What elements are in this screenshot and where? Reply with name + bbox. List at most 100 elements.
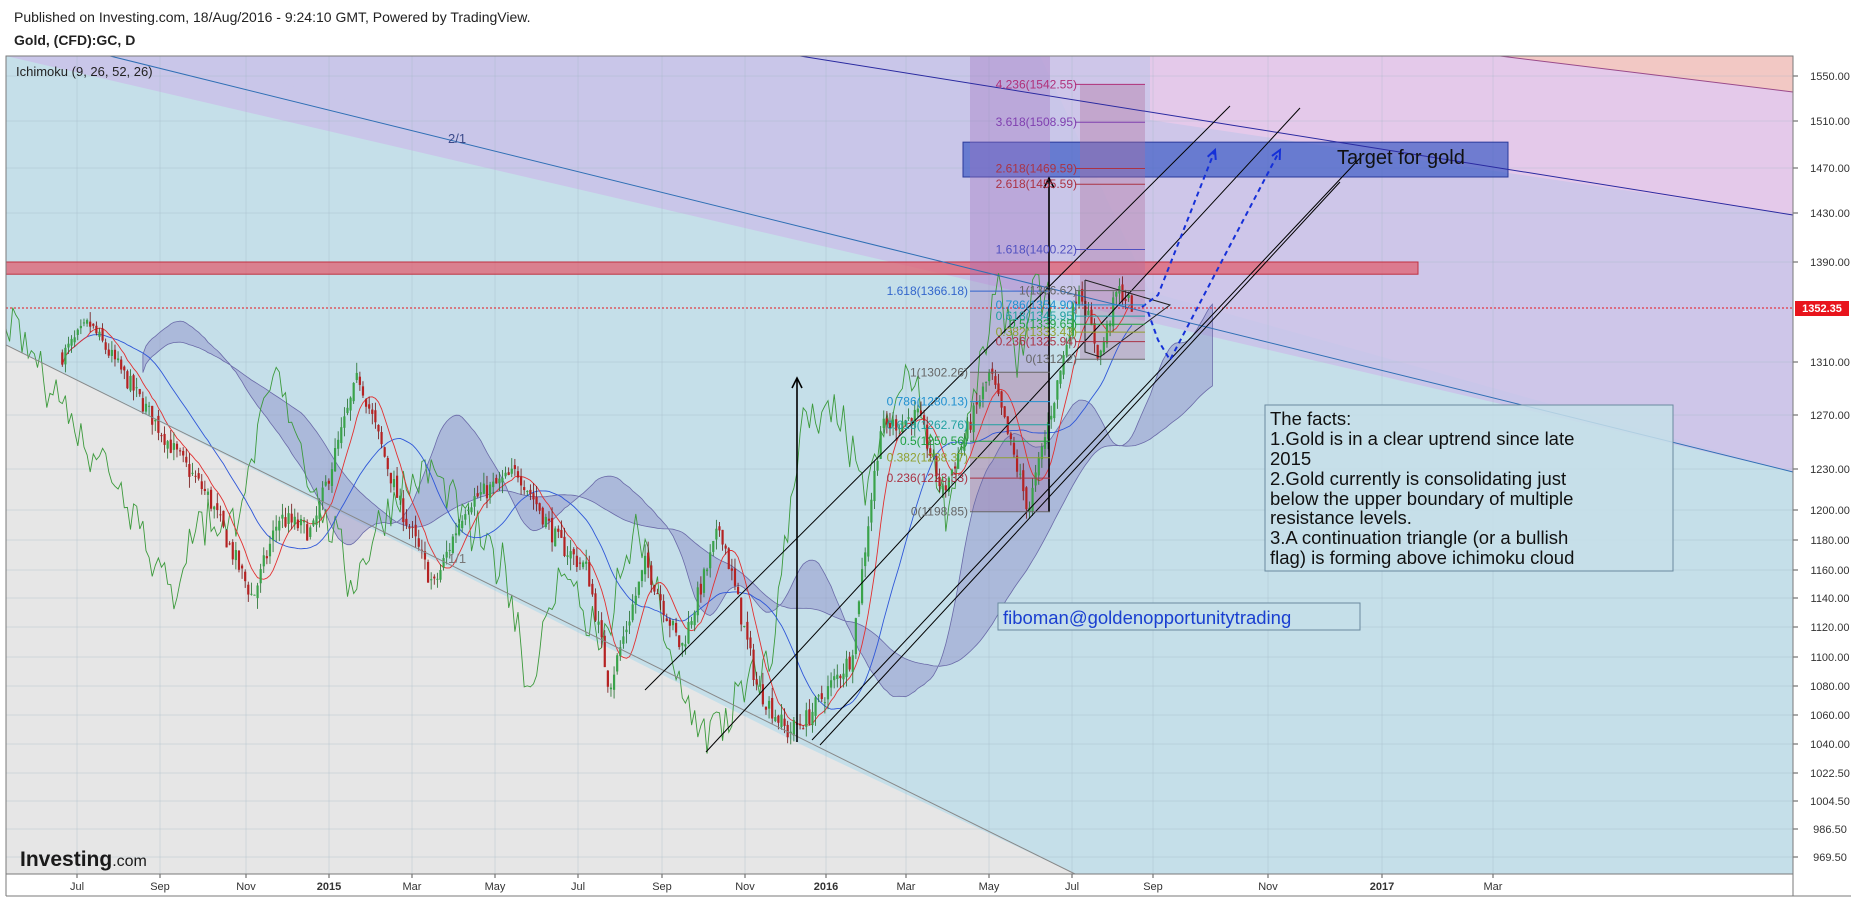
candle [972, 405, 975, 433]
price-tick-label: 1510.00 [1810, 116, 1850, 128]
candle [151, 405, 154, 425]
candle [247, 584, 250, 595]
candle [498, 478, 501, 484]
time-tick-label: Mar [1484, 881, 1503, 893]
facts-box: The facts: 1.Gold is in a clear uptrend … [1264, 404, 1674, 572]
fib-level-label: 0(1312.2) [1026, 352, 1077, 366]
candle [262, 555, 265, 567]
price-tick-label: 969.50 [1813, 852, 1847, 864]
candle [873, 470, 876, 502]
candle [144, 403, 148, 412]
candle [820, 693, 823, 700]
candle [457, 524, 461, 535]
candle [526, 490, 529, 492]
candle [833, 676, 836, 681]
price-tick-label: 1100.00 [1811, 652, 1850, 664]
candle [1000, 391, 1003, 408]
candle [864, 552, 867, 567]
time-tick-label: May [485, 881, 506, 893]
candle [563, 536, 566, 557]
candle [355, 372, 358, 381]
price-tick-label: 1080.00 [1810, 681, 1850, 693]
candle [222, 510, 225, 527]
candle [405, 518, 408, 526]
candle [163, 433, 166, 445]
target-label: Target for gold [1337, 147, 1465, 169]
candle [324, 481, 327, 486]
time-tick-label: 2016 [814, 881, 838, 893]
candle [705, 569, 709, 572]
price-chart[interactable]: 1.618(1366.18) 1(1302.26) 0.786(1280.13) 0.… [0, 0, 1851, 900]
facts-line: flag) is forming above ichimoku cloud [1270, 547, 1574, 568]
candle [417, 538, 420, 547]
candle [774, 717, 777, 722]
candle [662, 600, 665, 616]
time-tick-label: 2015 [317, 881, 341, 893]
candle [439, 570, 442, 580]
candle [752, 649, 755, 681]
candle [284, 517, 287, 527]
time-tick-label: Nov [1258, 881, 1278, 893]
candle [755, 679, 758, 685]
candle [107, 349, 110, 356]
indicator-label: Ichimoku (9, 26, 52, 26) [16, 64, 153, 79]
facts-line: 2.Gold currently is consolidating just [1270, 468, 1566, 489]
fib-level-label: 0.236(1223.33) [887, 471, 968, 485]
candle [253, 594, 256, 596]
resistance-zone [6, 261, 1419, 275]
candle [200, 481, 203, 489]
facts-line: 3.A continuation triangle (or a bullish [1270, 527, 1568, 548]
candle [709, 552, 712, 569]
candle [510, 468, 513, 474]
candle [141, 398, 144, 412]
candle [814, 697, 817, 716]
candle [135, 387, 138, 389]
candle [79, 325, 82, 329]
time-tick-label: Sep [652, 881, 672, 893]
fib-level-label: 1(1366.62) [1019, 284, 1077, 298]
candle [197, 473, 200, 479]
candle [1037, 457, 1040, 476]
candle [411, 526, 414, 528]
candle [665, 618, 668, 621]
candle [95, 325, 98, 334]
candle [318, 502, 321, 519]
candle [566, 555, 569, 557]
candle [1043, 437, 1047, 449]
candle [581, 562, 585, 568]
time-tick-label: Mar [897, 881, 916, 893]
candle [727, 548, 730, 570]
candle [82, 322, 86, 324]
candle [637, 581, 640, 595]
candle [535, 496, 538, 505]
candle [594, 593, 597, 621]
candle [569, 551, 572, 559]
time-tick-label: May [979, 881, 1000, 893]
candle [715, 528, 718, 540]
candle [991, 368, 994, 374]
candle [523, 487, 526, 491]
candle [1003, 406, 1006, 418]
fib-level-label: 0(1198.85) [911, 505, 968, 519]
candle [287, 513, 290, 524]
candle [225, 530, 228, 548]
candle [597, 621, 600, 625]
candle [1124, 299, 1127, 301]
candle [702, 569, 706, 593]
candle [147, 405, 151, 407]
candle [507, 472, 510, 475]
candle [383, 447, 386, 457]
candle [696, 587, 699, 616]
candle [560, 529, 563, 538]
candle [293, 516, 296, 525]
candle [123, 366, 126, 371]
candle [461, 520, 464, 529]
candle [237, 550, 241, 570]
candle [120, 359, 123, 370]
candle [104, 342, 107, 350]
candle [358, 376, 361, 385]
candle [389, 472, 392, 484]
candle [467, 509, 470, 512]
candle [771, 697, 774, 719]
candle [780, 714, 783, 727]
